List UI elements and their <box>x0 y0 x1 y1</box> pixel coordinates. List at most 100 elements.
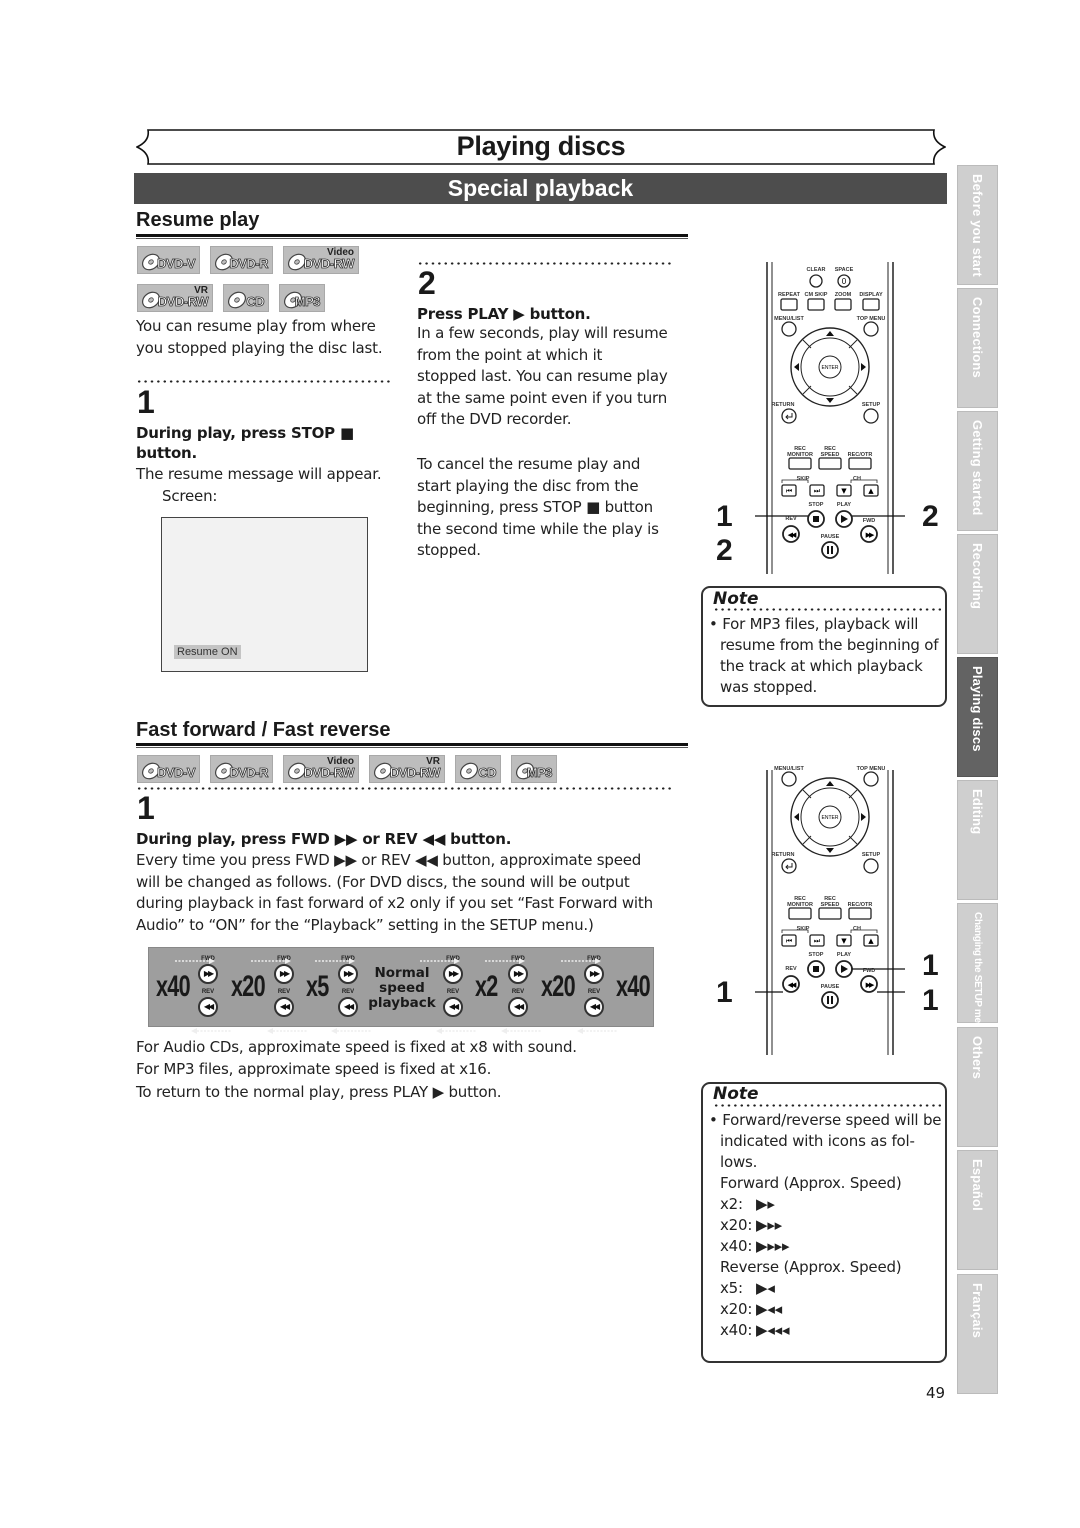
fast-forward-icon: ▶▶ <box>274 964 294 984</box>
fwd-rev-button-pair: FWD ▶▶ REV ◀◀ <box>193 956 223 1022</box>
note-divider <box>713 608 941 611</box>
resume-badges-row1: DVD-V DVD-R Video DVD-RW <box>137 246 359 274</box>
fast-forward-icon: ▶▶ <box>338 964 358 984</box>
remote-label-recotr: REC/OTR <box>847 452 873 458</box>
reverse-speed-icon: ▶◂◂ <box>756 1300 782 1318</box>
remote-label-skip: SKIP <box>796 476 810 482</box>
badge-label: CD <box>478 765 497 780</box>
remote-label-ch: CH <box>853 476 861 482</box>
fast-heading: Fast forward / Fast reverse <box>136 719 391 741</box>
remote-label-menulist: MENU/LIST <box>774 316 804 322</box>
fast-reverse-icon: ◀◀ <box>198 997 218 1017</box>
disc-type-badge: DVD-R <box>210 755 273 783</box>
disc-type-badge: CD <box>455 755 501 783</box>
speed-label: x40 <box>156 970 191 1003</box>
remote-label-setup: SETUP <box>861 402 881 408</box>
chapter-tab[interactable]: Before you start <box>957 165 998 285</box>
remote-control-illustration: ENTER ⏮ ⏭ ▼ ▲ ◀◀ ▶▶ MENU/LIST TOP MENU RETURN SETU… <box>738 766 917 1055</box>
reverse-arrow <box>331 1019 371 1034</box>
resume-heading: Resume play <box>136 209 260 231</box>
badge-label: DVD-R <box>229 256 269 271</box>
fwd-rev-button-pair: FWD ▶▶ REV ◀◀ <box>579 956 609 1022</box>
remote-label-display: DISPLAY <box>859 292 883 298</box>
svg-text:▲: ▲ <box>868 937 874 945</box>
chapter-tab[interactable]: Playing discs <box>957 657 998 777</box>
note-box: Note • For MP3 files, playback will resu… <box>701 586 947 707</box>
fast-reverse-icon: ◀◀ <box>274 997 294 1017</box>
disc-type-badge: DVD-R <box>210 246 273 274</box>
chapter-tab[interactable]: Editing <box>957 780 998 900</box>
note-title: Note <box>713 1084 759 1104</box>
remote-label-space: SPACE <box>834 267 854 273</box>
chapter-tab[interactable]: Changing the SETUP menu <box>957 903 998 1034</box>
badge-label: DVD-R <box>229 765 269 780</box>
chapter-tab[interactable]: Connections <box>957 288 998 408</box>
svg-text:⏮: ⏮ <box>786 937 792 945</box>
rev-label: REV <box>446 989 460 995</box>
forward-speed-icon: ▶▸▸▸ <box>756 1237 790 1255</box>
disc-type-badge: MP3 <box>511 755 557 783</box>
reverse-arrow <box>501 1019 541 1034</box>
forward-speed-icon: ▶▸ <box>756 1195 775 1213</box>
disc-type-badge: CD <box>223 284 269 312</box>
speed-diagram: x40 x20 x5 Normal speed playback x2 x20 … <box>148 947 654 1034</box>
speed-label: x20 <box>231 970 266 1003</box>
note-title: Note <box>713 589 759 609</box>
remote-label-ch: CH <box>853 926 861 932</box>
fast-badges: DVD-V DVD-R Video DVD-RW VR DVD-RW CD MP3 <box>137 755 557 783</box>
tv-screen-preview: Resume ON <box>161 517 368 672</box>
chapter-tab-label: Recording <box>970 543 985 610</box>
disc-type-badge: VR DVD-RW <box>137 284 213 312</box>
chapter-tab[interactable]: Français <box>957 1274 998 1394</box>
callout-rev: 1 <box>716 976 733 1009</box>
remote-label-recspeed: REC SPEED <box>820 446 840 458</box>
step2-cancel-note: To cancel the resume play and start play… <box>417 455 659 559</box>
remote-label-stop: STOP <box>808 952 824 958</box>
screen-label: Screen: <box>162 487 218 505</box>
badge-label: DVD-V <box>157 256 196 271</box>
remote-label-return: RETURN <box>771 402 795 408</box>
step2-instruction: Press PLAY ▶ button. <box>417 305 591 323</box>
svg-text:⏮: ⏮ <box>786 487 792 495</box>
remote-label-cmskip: CM SKIP <box>804 292 828 298</box>
remote-label-recotr: REC/OTR <box>847 902 873 908</box>
remote-label-rev: REV <box>785 966 797 972</box>
disc-type-badge: VR DVD-RW <box>369 755 445 783</box>
fast-reverse-icon: ◀◀ <box>508 997 528 1017</box>
speed-label: x2 <box>475 970 498 1003</box>
disc-type-badge: DVD-V <box>137 246 200 274</box>
chapter-tab-label: Changing the SETUP menu <box>972 912 983 1035</box>
fast-reverse-icon: ◀◀ <box>443 997 463 1017</box>
rev-label: REV <box>511 989 525 995</box>
rev-label: REV <box>201 989 215 995</box>
step1-desc: The resume message will appear. <box>136 465 382 483</box>
speed-icon-row: x2: ▶▸ <box>720 1195 775 1213</box>
remote-label-topmenu: TOP MENU <box>856 316 886 322</box>
callout-fwd: 1 <box>922 984 939 1017</box>
remote-label-zoom: ZOOM <box>834 292 852 298</box>
chapter-tab[interactable]: Español <box>957 1150 998 1270</box>
resume-on-message: Resume ON <box>174 645 241 659</box>
speed-label: x20 <box>541 970 576 1003</box>
step-divider <box>136 787 674 790</box>
reverse-arrow <box>577 1019 617 1034</box>
reverse-speed-icon: ▶◂◂◂ <box>756 1321 790 1339</box>
chapter-tab-label: Others <box>970 1036 985 1080</box>
chapter-tab[interactable]: Getting started <box>957 411 998 531</box>
remote-label-return: RETURN <box>771 852 795 858</box>
fast-reverse-icon: ◀◀ <box>584 997 604 1017</box>
reverse-arrow <box>191 1019 231 1034</box>
note-box: Note • Forward/reverse speed will be ind… <box>701 1082 947 1363</box>
forward-arrow <box>420 949 460 964</box>
badge-label: DVD-V <box>157 765 196 780</box>
badge-label: DVD-RW <box>157 294 209 309</box>
chapter-tab[interactable]: Recording <box>957 534 998 654</box>
remote-label-fwd: FWD <box>862 968 876 974</box>
remote-label-stop: STOP <box>808 502 824 508</box>
speed-label: x40 <box>616 970 651 1003</box>
svg-text:0: 0 <box>842 277 847 286</box>
fwd-rev-button-pair: FWD ▶▶ REV ◀◀ <box>438 956 468 1022</box>
reverse-arrow <box>267 1019 307 1034</box>
chapter-tab[interactable]: Others <box>957 1027 998 1147</box>
page-number: 49 <box>926 1384 946 1402</box>
